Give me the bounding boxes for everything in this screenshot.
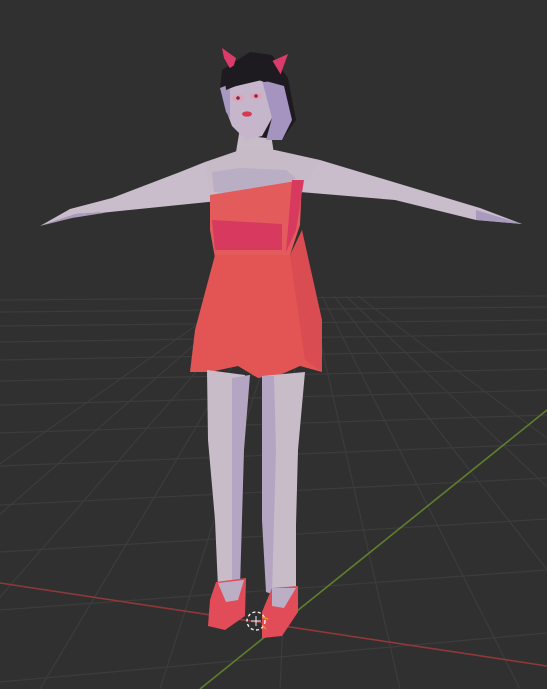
viewport-canvas: [0, 48, 547, 689]
face-left-shadow: [220, 84, 230, 118]
dress-band: [212, 220, 282, 250]
left-pupil: [236, 96, 240, 100]
3d-viewport[interactable]: [0, 0, 547, 689]
mouth: [242, 111, 252, 117]
right-forearm-shadow: [476, 210, 522, 224]
left-leg-shade: [232, 375, 250, 588]
y-axis-line: [199, 409, 547, 689]
right-pupil: [254, 94, 258, 98]
